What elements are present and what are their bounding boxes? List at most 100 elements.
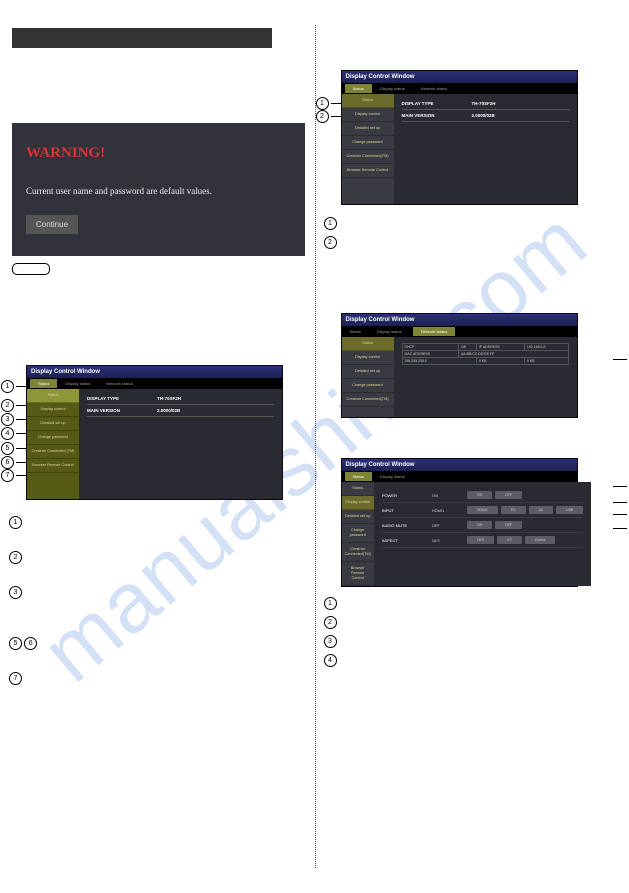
callout-3: 3 xyxy=(1,413,14,426)
dcw-titlebar: Display Control Window xyxy=(342,459,577,471)
list-num: 2 xyxy=(324,236,337,249)
label: MAIN VERSION xyxy=(87,408,157,413)
label: INPUT xyxy=(382,508,432,513)
btn[interactable]: 4:3 xyxy=(497,536,522,544)
dcw-main: DISPLAY TYPETH-70SF2H MAIN VERSION2.0000… xyxy=(79,389,282,499)
sidebar-item[interactable]: Display control xyxy=(27,403,79,417)
sidebar-item[interactable]: Status xyxy=(342,482,374,496)
sidebar-item[interactable]: Detailed set up xyxy=(342,122,394,136)
cell: 192.168.0.8 xyxy=(524,344,568,351)
label: POWER xyxy=(382,493,432,498)
sidebar-item[interactable]: Detailed set up xyxy=(342,510,374,524)
cell: 0 KB xyxy=(476,358,524,365)
btn-off[interactable]: OFF xyxy=(495,491,522,499)
warning-panel: WARNING! Current user name and password … xyxy=(12,123,305,256)
sidebar-item[interactable]: Crestron Connected(TM) xyxy=(342,543,374,562)
tab-network[interactable]: Network status xyxy=(98,379,140,388)
tab-status[interactable]: Status xyxy=(345,472,372,481)
cell: MAC ADDRESS xyxy=(402,351,459,358)
btn[interactable]: PC xyxy=(501,506,526,514)
callout-list-r1: 1 2 xyxy=(324,217,618,255)
sidebar-item[interactable]: Display control xyxy=(342,496,374,510)
callout-5: 5 xyxy=(1,442,14,455)
sidebar-item[interactable]: Browser Remote Control xyxy=(342,562,374,586)
dcw-sidebar: Status Display control Detailed set up C… xyxy=(342,482,374,586)
callout-7: 7 xyxy=(1,469,14,482)
callout-4: 4 xyxy=(1,427,14,440)
list-num: 3 xyxy=(9,586,22,599)
tab-display[interactable]: Display status xyxy=(372,84,413,93)
cell: IP ADDRESS xyxy=(476,344,524,351)
btn-on[interactable]: ON xyxy=(467,521,492,529)
value: HDMI1 xyxy=(432,508,467,513)
btn[interactable]: HDMI1 xyxy=(467,506,498,514)
dcw-panel-4: Display Control Window StatusDisplay sta… xyxy=(341,458,578,587)
label: ASPECT xyxy=(382,538,432,543)
tab-status[interactable]: Status xyxy=(30,379,57,388)
list-num: 1 xyxy=(9,516,22,529)
sidebar-item[interactable]: Status xyxy=(27,389,79,403)
list-num: 2 xyxy=(324,616,337,629)
sidebar-item[interactable]: Display control xyxy=(342,108,394,122)
continue-button[interactable]: Continue xyxy=(26,215,78,234)
sidebar-item[interactable]: Change password xyxy=(342,379,394,393)
right-column: 1 2 Display Control Window StatusDisplay… xyxy=(315,0,629,893)
sidebar-item[interactable]: Crestron Connected (TM) xyxy=(27,445,79,459)
figure-dcw-sidebar: 1 2 3 4 5 6 7 Display Control Window Sta… xyxy=(26,365,303,500)
list-num: 6 xyxy=(24,637,37,650)
callout-2: 2 xyxy=(1,399,14,412)
list-num: 1 xyxy=(324,597,337,610)
dcw-titlebar: Display Control Window xyxy=(342,71,577,83)
value: 16:9 xyxy=(432,538,467,543)
cell: 0 KB xyxy=(524,358,568,365)
value: TH-70SF2H xyxy=(157,396,181,401)
value: 2.0000/02B xyxy=(472,113,495,118)
warning-title: WARNING! xyxy=(26,145,291,162)
small-outline xyxy=(12,263,50,275)
list-num: 3 xyxy=(324,635,337,648)
sidebar-item[interactable]: Change password xyxy=(342,524,374,543)
dcw-panel-2: Display Control Window StatusDisplay sta… xyxy=(341,70,578,205)
label: AUDIO MUTE xyxy=(382,523,432,528)
sidebar-item[interactable]: Status xyxy=(342,94,394,108)
dcw-panel-3: Display Control Window StatusDisplay sta… xyxy=(341,313,578,418)
sidebar-item[interactable]: Browser Remote Control xyxy=(27,459,79,473)
tab-network[interactable]: Network status xyxy=(413,327,455,336)
label: DISPLAY TYPE xyxy=(87,396,157,401)
callout-1: 1 xyxy=(1,380,14,393)
value: 2.0000/02B xyxy=(157,408,180,413)
callout-1: 1 xyxy=(316,97,329,110)
tab-display[interactable]: Display status xyxy=(369,327,410,336)
tab-display[interactable]: Display status xyxy=(372,472,413,481)
figure-dcw-network: 1 Display Control Window StatusDisplay s… xyxy=(341,313,618,418)
sidebar-item[interactable]: Crestron Connected(TM) xyxy=(342,150,394,164)
sidebar-item[interactable]: Display control xyxy=(342,351,394,365)
tab-display[interactable]: Display status xyxy=(57,379,98,388)
btn[interactable]: USB xyxy=(556,506,583,514)
callout-6: 6 xyxy=(1,456,14,469)
dcw-sidebar: Status Display control Detailed set up C… xyxy=(27,389,79,499)
sidebar-item[interactable]: Detailed set up xyxy=(342,365,394,379)
sidebar-item[interactable]: Browser Remote Control xyxy=(342,164,394,178)
list-num: 7 xyxy=(9,672,22,685)
btn[interactable]: 16:9 xyxy=(467,536,494,544)
sidebar-item[interactable]: Crestron Connected(TM) xyxy=(342,393,394,407)
btn[interactable]: Zoom1 xyxy=(525,536,556,544)
dcw-sidebar: Status Display control Detailed set up C… xyxy=(342,337,394,417)
left-column: WARNING! Current user name and password … xyxy=(0,0,315,893)
tab-network[interactable]: Network status xyxy=(413,84,455,93)
value: OFF xyxy=(432,523,467,528)
btn-on[interactable]: ON xyxy=(467,491,492,499)
cell: AA:BB:CC:DD:EE:FF xyxy=(459,351,569,358)
sidebar-item[interactable]: Change password xyxy=(27,431,79,445)
sidebar-item[interactable]: Detailed set up xyxy=(27,417,79,431)
label: MAIN VERSION xyxy=(402,113,472,118)
tab-status[interactable]: Status xyxy=(342,327,369,336)
section-header-bar xyxy=(12,28,272,48)
tab-status[interactable]: Status xyxy=(345,84,372,93)
sidebar-item[interactable]: Status xyxy=(342,337,394,351)
btn-off[interactable]: OFF xyxy=(495,521,522,529)
label: DISPLAY TYPE xyxy=(402,101,472,106)
dcw-sidebar: Status Display control Detailed set up C… xyxy=(342,94,394,204)
sidebar-item[interactable]: Change password xyxy=(342,136,394,150)
